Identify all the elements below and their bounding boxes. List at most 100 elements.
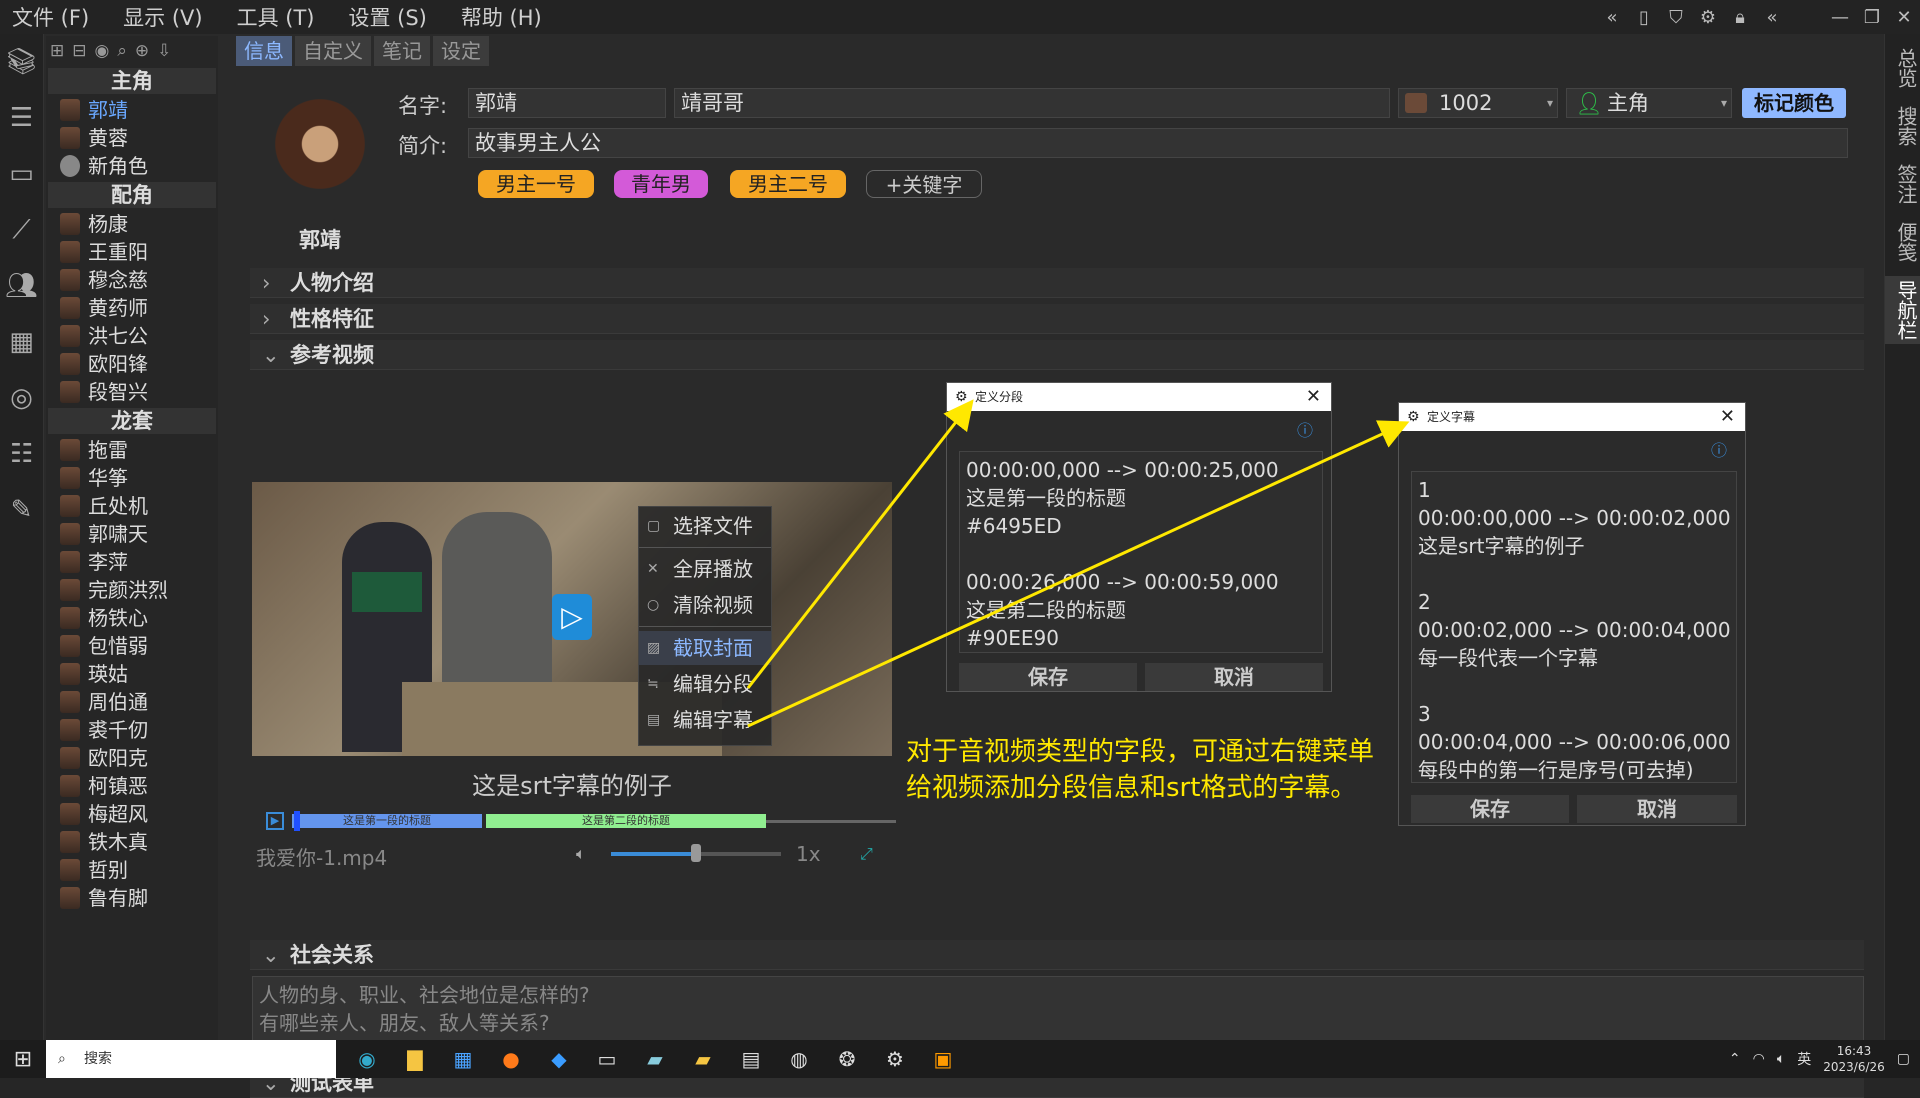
list-item[interactable]: 新角色 <box>46 152 218 180</box>
ime-indicator[interactable]: 英 <box>1797 1049 1811 1069</box>
subtitles-editor[interactable]: 1 00:00:00,000 --> 00:00:02,000 这是srt字幕的… <box>1411 471 1737 783</box>
export-icon[interactable]: ⇩ <box>157 41 171 61</box>
monitor-icon[interactable]: ▭ <box>0 146 43 202</box>
chevron-up-icon[interactable]: ⌃ <box>1729 1051 1741 1067</box>
grid-icon[interactable]: ▦ <box>0 314 43 370</box>
menu-item-select-file[interactable]: ▢ 选择文件 <box>639 509 771 543</box>
database-icon[interactable]: ▤ <box>736 1047 766 1071</box>
menu-item-fullscreen[interactable]: ✕ 全屏播放 <box>639 552 771 586</box>
sphere-icon[interactable]: ◍ <box>784 1047 814 1071</box>
section-intro[interactable]: › 人物介绍 <box>250 268 1864 298</box>
list-item[interactable]: 拖雷 <box>46 436 218 464</box>
desc-field[interactable]: 故事男主人公 <box>468 128 1848 158</box>
menu-file[interactable]: 文件 (F) <box>12 2 89 32</box>
character-portrait[interactable] <box>260 92 380 222</box>
list-item[interactable]: 丘处机 <box>46 492 218 520</box>
terminal-icon[interactable]: ▭ <box>592 1047 622 1071</box>
list-item[interactable]: 周伯通 <box>46 688 218 716</box>
menu-view[interactable]: 显示 (V) <box>123 2 202 32</box>
fullscreen-icon[interactable]: ⤢ <box>860 844 873 864</box>
right-tab-memo[interactable]: 便笺 <box>1885 218 1920 266</box>
tab-notes[interactable]: 笔记 <box>374 36 430 66</box>
help-icon[interactable]: ⓘ <box>1711 437 1727 461</box>
group-icon[interactable]: ⊕ <box>135 41 149 61</box>
list-item[interactable]: 洪七公 <box>46 322 218 350</box>
gear-icon[interactable]: ⚙ <box>1692 7 1724 28</box>
tag-chip[interactable]: 青年男 <box>614 170 708 198</box>
menu-item-edit-subtitles[interactable]: ▤ 编辑字幕 <box>639 703 771 737</box>
list-item[interactable]: 黄药师 <box>46 294 218 322</box>
vscode-icon[interactable]: ◆ <box>544 1047 574 1071</box>
menu-help[interactable]: 帮助 (H) <box>461 2 542 32</box>
menu-tools[interactable]: 工具 (T) <box>237 2 315 32</box>
menu-item-capture-cover[interactable]: ▨ 截取封面 <box>639 631 771 665</box>
tag-chip[interactable]: 男主一号 <box>478 170 594 198</box>
library-icon[interactable]: 📚︎ <box>0 34 43 90</box>
timeline-segment[interactable]: 这是第一段的标题 <box>292 814 482 828</box>
add-icon[interactable]: ⊞ <box>50 41 64 61</box>
list-item[interactable]: 华筝 <box>46 464 218 492</box>
right-tab-notes[interactable]: 签注 <box>1885 160 1920 208</box>
list-item[interactable]: 柯镇恶 <box>46 772 218 800</box>
save-button[interactable]: 保存 <box>1411 795 1569 823</box>
list-item[interactable]: 铁木真 <box>46 828 218 856</box>
cancel-button[interactable]: 取消 <box>1577 795 1737 823</box>
help-icon[interactable]: ⓘ <box>1297 417 1313 441</box>
menu-item-clear-video[interactable]: ○ 清除视频 <box>639 588 771 622</box>
edge-icon[interactable]: ◉ <box>352 1047 382 1071</box>
list-item[interactable]: 郭啸天 <box>46 520 218 548</box>
list-item[interactable]: 杨铁心 <box>46 604 218 632</box>
section-video[interactable]: ⌄ 参考视频 <box>250 340 1864 370</box>
id-select[interactable]: 1002 ▾ <box>1398 88 1558 118</box>
cancel-button[interactable]: 取消 <box>1145 663 1323 691</box>
notification-icon[interactable]: ▢ <box>1897 1051 1910 1067</box>
list-item[interactable]: 穆念慈 <box>46 266 218 294</box>
store-icon[interactable]: ▦ <box>448 1047 478 1071</box>
role-select[interactable]: 👤︎ 主角 ▾ <box>1566 88 1732 118</box>
list-item[interactable]: 李萍 <box>46 548 218 576</box>
section-social[interactable]: ⌄ 社会关系 <box>250 940 1864 970</box>
people-icon[interactable]: 👥︎ <box>0 258 43 314</box>
speaker-icon[interactable]: 🔈︎ <box>1777 1051 1785 1067</box>
mark-color-button[interactable]: 标记颜色 <box>1742 88 1846 118</box>
list-item[interactable]: 瑛姑 <box>46 660 218 688</box>
close-icon[interactable]: ✕ <box>1720 403 1735 431</box>
taskbar-clock[interactable]: 16:43 2023/6/26 <box>1823 1043 1885 1075</box>
app-icon[interactable]: ▰ <box>688 1047 718 1071</box>
list-item[interactable]: 鲁有脚 <box>46 884 218 912</box>
tab-custom[interactable]: 自定义 <box>295 36 371 66</box>
tree-icon[interactable]: ☷ <box>0 426 43 482</box>
list-item[interactable]: 王重阳 <box>46 238 218 266</box>
phone-icon[interactable]: ▯ <box>1628 7 1660 28</box>
segments-editor[interactable]: 00:00:00,000 --> 00:00:25,000 这是第一段的标题 #… <box>959 451 1323 653</box>
list-item[interactable]: 段智兴 <box>46 378 218 406</box>
wifi-icon[interactable]: ◠ <box>1753 1051 1765 1067</box>
timeline-track[interactable] <box>766 820 896 823</box>
group-header[interactable]: 主角 <box>48 68 216 94</box>
tab-info[interactable]: 信息 <box>236 36 292 66</box>
speed-select[interactable]: 1x <box>796 842 821 866</box>
list-item[interactable]: 包惜弱 <box>46 632 218 660</box>
group-header[interactable]: 配角 <box>48 182 216 208</box>
openai-icon[interactable]: ❂ <box>832 1047 862 1071</box>
list-item[interactable]: 杨康 <box>46 210 218 238</box>
tag-chip[interactable]: 男主二号 <box>730 170 846 198</box>
folder-icon[interactable]: ▇ <box>400 1047 430 1071</box>
list-icon[interactable]: ☰ <box>0 90 43 146</box>
app-icon[interactable]: ▰ <box>640 1047 670 1071</box>
group-header[interactable]: 龙套 <box>48 408 216 434</box>
close-icon[interactable]: ✕ <box>1306 383 1321 411</box>
save-button[interactable]: 保存 <box>959 663 1137 691</box>
list-item[interactable]: 完颜洪烈 <box>46 576 218 604</box>
timeline-segment[interactable]: 这是第二段的标题 <box>486 814 766 828</box>
collapse-icon[interactable]: « <box>1756 7 1788 28</box>
lock-icon[interactable]: 🔒︎ <box>1724 7 1756 28</box>
edit-icon[interactable]: ✎ <box>0 482 43 538</box>
menu-settings[interactable]: 设置 (S) <box>348 2 426 32</box>
menu-item-edit-segments[interactable]: ≒ 编辑分段 <box>639 667 771 701</box>
taskbar-search[interactable]: ⌕ 搜索 <box>46 1040 336 1078</box>
shirt-icon[interactable]: ⛉ <box>1660 7 1692 28</box>
list-item[interactable]: 裘千仞 <box>46 716 218 744</box>
remove-icon[interactable]: ⊟ <box>72 41 86 61</box>
list-item[interactable]: 黄蓉 <box>46 124 218 152</box>
